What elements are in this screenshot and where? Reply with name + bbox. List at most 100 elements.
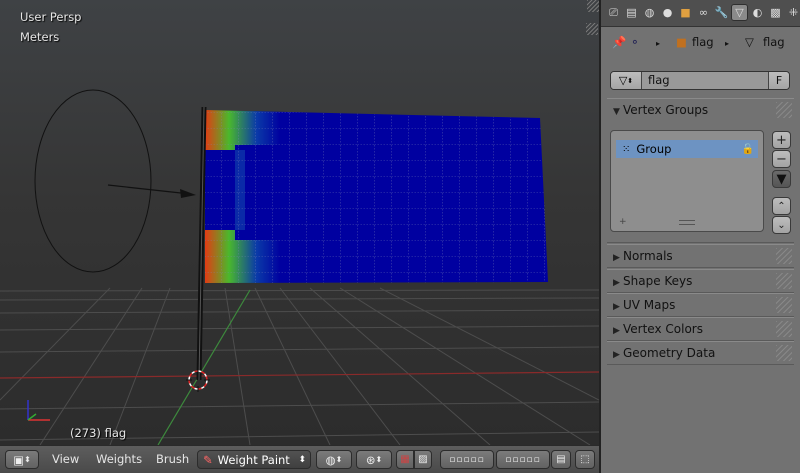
breadcrumb-object: flag [692,35,714,49]
properties-editor: ⎚ ▤ ◍ ● ■ ∞ 🔧 ▽ ◐ ▩ ⁜ 📌 ⚬ ▸ ■ flag ▸ ▽ f… [601,0,800,473]
camera-icon: ▤ [556,454,566,465]
shading-button[interactable]: ◍ ⬍ [316,450,352,469]
menu-brush[interactable]: Brush [156,452,189,466]
texture-icon[interactable]: ▩ [767,4,784,21]
vertex-mask-button[interactable]: ▨ [414,450,432,469]
cube-icon: ▣ [13,452,25,467]
pivot-icon: ⊛ [365,452,376,467]
properties-tabs: ⎚ ▤ ◍ ● ■ ∞ 🔧 ▽ ◐ ▩ ⁜ [601,0,800,27]
collapsed-triangle-icon: ▶ [613,350,620,360]
face-mask-button[interactable]: ▦ [396,450,414,469]
viewport-canvas [0,89,599,445]
x-axis-line [0,371,599,379]
weight-paint-icon: ✎ [203,452,213,467]
mode-label: Weight Paint [217,452,290,467]
mesh-data-icon[interactable]: ▽ [731,4,748,21]
mesh-icon-crumb: ▽ [745,35,754,49]
panel-drag-handle[interactable] [776,248,792,264]
menu-view[interactable]: View [52,452,79,466]
direction-arrow [180,189,196,198]
vertex-mask-icon: ▨ [418,454,428,465]
axis-gizmo [27,400,50,421]
panel-drag-handle[interactable] [776,297,792,313]
minus-icon: − [776,151,787,167]
object-icon-crumb: ■ [676,35,687,49]
lock-icon[interactable]: 🔓 [742,144,754,155]
modifiers-icon[interactable]: 🔧 [713,4,730,21]
mode-dropdown[interactable]: ✎ Weight Paint ⬍ [197,450,311,469]
vertex-group-icon: ⁙ [622,143,631,155]
datablock-field[interactable]: ▽ ⬍ flag F [610,71,790,90]
render-icon[interactable]: ⎚ [605,4,622,21]
layer-buttons-1[interactable]: ▫▫▫▫▫ [440,450,494,469]
collapsed-triangle-icon: ▶ [613,278,620,288]
vertex-colors-panel[interactable]: ▶ Vertex Colors [607,317,794,341]
viewport-header: ▣ ⬍ View Weights Brush ✎ Weight Paint ⬍ ◍… [0,445,599,473]
list-resize-icon[interactable]: + [619,217,627,227]
mesh-icon: ▽ [618,74,628,87]
panel-drag-handle[interactable] [776,345,792,361]
solid-shading-icon: ◍ [325,452,336,467]
chevron-updown-icon: ⬍ [298,454,306,465]
layer-buttons-2[interactable]: ▫▫▫▫▫ [496,450,550,469]
collapsed-triangle-icon: ▶ [613,302,620,312]
layers-icon-2: ▫▫▫▫▫ [505,454,541,465]
uv-maps-panel[interactable]: ▶ UV Maps [607,293,794,317]
object-icon[interactable]: ■ [677,4,694,21]
3d-viewport[interactable]: User Persp Meters (273) flag [0,0,599,445]
geometry-data-panel[interactable]: ▶ Geometry Data [607,341,794,365]
units-label: Meters [20,30,60,44]
vertex-group-specials-button[interactable]: ▼ [772,170,791,188]
normals-label: Normals [623,249,673,263]
material-icon[interactable]: ◐ [749,4,766,21]
world-icon[interactable]: ● [659,4,676,21]
mesh-browse-button[interactable]: ▽ ⬍ [611,72,642,89]
remove-vertex-group-button[interactable]: − [772,150,791,168]
datablock-name[interactable]: flag [648,73,670,87]
expanded-triangle-icon: ▼ [613,107,620,117]
constraints-icon[interactable]: ∞ [695,4,712,21]
3d-cursor[interactable] [186,368,210,392]
lamp-circle [34,89,152,273]
pin-icon[interactable]: 📌 [612,35,626,49]
area-split-widget-top[interactable] [587,0,599,12]
breadcrumb-arrow-icon: ▸ [725,39,730,48]
uv-maps-label: UV Maps [623,298,676,312]
editor-type-button[interactable]: ▣ ⬍ [5,450,39,469]
move-up-button[interactable]: ⌃ [772,197,791,215]
opengl-render-button[interactable]: ⬚ [575,450,595,469]
normals-panel[interactable]: ▶ Normals [607,244,794,268]
vertex-colors-label: Vertex Colors [623,322,703,336]
fake-user-button[interactable]: F [768,72,789,89]
list-grip-icon[interactable] [679,220,695,225]
vertex-groups-header[interactable]: ▼ Vertex Groups [613,103,708,117]
vertex-group-item[interactable]: ⁙ Group 🔓 [616,140,758,158]
face-mask-icon: ▦ [400,454,410,465]
render-icon: ⬚ [580,454,590,465]
add-vertex-group-button[interactable]: + [772,131,791,149]
down-arrow-icon: ▼ [776,171,787,187]
menu-weights[interactable]: Weights [96,452,142,466]
move-down-button[interactable]: ⌄ [772,216,791,234]
object-info-label: (273) flag [70,426,127,440]
chevron-down-icon: ⌄ [777,219,786,231]
y-axis-line [157,289,251,445]
render-preview-button[interactable]: ▤ [551,450,571,469]
panel-drag-handle[interactable] [776,102,792,118]
breadcrumb-mesh: flag [763,35,785,49]
particles-icon[interactable]: ⁜ [785,4,800,21]
vertex-group-list[interactable]: ⁙ Group 🔓 + [610,130,764,232]
pivot-button[interactable]: ⊛ ⬍ [356,450,392,469]
plus-icon: + [776,132,787,148]
shape-keys-panel[interactable]: ▶ Shape Keys [607,269,794,293]
panel-drag-handle[interactable] [776,321,792,337]
scene-icon[interactable]: ◍ [641,4,658,21]
collapsed-triangle-icon: ▶ [613,326,620,336]
floor-grid [0,287,599,445]
panel-drag-handle[interactable] [776,273,792,289]
geometry-data-label: Geometry Data [623,346,716,360]
area-split-widget[interactable] [586,23,598,35]
shape-keys-label: Shape Keys [623,274,693,288]
render-layers-icon[interactable]: ▤ [623,4,640,21]
chevron-up-icon: ⌃ [777,200,786,212]
